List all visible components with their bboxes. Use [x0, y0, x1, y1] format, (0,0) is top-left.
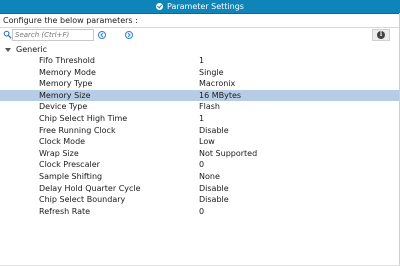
param-value[interactable]: 1	[199, 55, 204, 67]
param-name: Delay Hold Quarter Cycle	[39, 183, 141, 193]
param-value[interactable]: Low	[199, 136, 215, 148]
param-value[interactable]: Macronix	[199, 78, 235, 90]
tab-bar: Parameter Settings	[0, 0, 400, 14]
param-value[interactable]: 16 MBytes	[199, 90, 241, 102]
parameter-list: Fifo Threshold 1 Memory Mode Single Memo…	[0, 55, 400, 217]
group-label: Generic	[16, 45, 48, 54]
param-row-free-running-clock[interactable]: Free Running Clock Disable	[0, 125, 400, 137]
tab-parameter-settings[interactable]: Parameter Settings	[0, 0, 400, 13]
param-value[interactable]: Disable	[199, 194, 229, 206]
param-value[interactable]: Flash	[199, 101, 220, 113]
check-circle-icon	[156, 3, 163, 10]
param-value[interactable]: 1	[199, 113, 204, 125]
group-generic[interactable]: Generic	[3, 44, 47, 55]
param-value[interactable]: Disable	[199, 125, 229, 137]
previous-match-button[interactable]	[98, 31, 106, 39]
param-name: Sample Shifting	[39, 171, 103, 181]
param-name: Free Running Clock	[39, 125, 116, 135]
param-name: Clock Prescaler	[39, 160, 100, 170]
divider	[0, 27, 400, 28]
param-value[interactable]: Disable	[199, 183, 229, 195]
param-row-wrap-size[interactable]: Wrap Size Not Supported	[0, 148, 400, 160]
param-name: Refresh Rate	[39, 206, 91, 216]
param-value[interactable]: None	[199, 171, 220, 183]
search-bar	[3, 29, 94, 41]
param-value[interactable]: Single	[199, 67, 224, 79]
param-row-chip-select-boundary[interactable]: Chip Select Boundary Disable	[0, 194, 400, 206]
caption-text: Configure the below parameters :	[3, 16, 138, 25]
param-row-refresh-rate[interactable]: Refresh Rate 0	[0, 206, 400, 218]
param-row-sample-shifting[interactable]: Sample Shifting None	[0, 171, 400, 183]
param-row-chip-select-high-time[interactable]: Chip Select High Time 1	[0, 113, 400, 125]
param-value[interactable]: 0	[199, 206, 204, 218]
param-row-device-type[interactable]: Device Type Flash	[0, 101, 400, 113]
param-name: Memory Type	[39, 79, 93, 89]
param-value[interactable]: Not Supported	[199, 148, 257, 160]
param-name: Memory Size	[39, 90, 91, 100]
param-name: Fifo Threshold	[39, 56, 95, 65]
arrow-right-icon	[127, 32, 131, 38]
info-icon: i	[377, 31, 385, 39]
param-name: Device Type	[39, 102, 88, 112]
tab-label: Parameter Settings	[167, 2, 244, 11]
param-value[interactable]: 0	[199, 159, 204, 171]
param-name: Chip Select Boundary	[39, 195, 126, 205]
param-name: Memory Mode	[39, 67, 96, 77]
param-row-memory-type[interactable]: Memory Type Macronix	[0, 78, 400, 90]
param-row-delay-hold-quarter-cycle[interactable]: Delay Hold Quarter Cycle Disable	[0, 183, 400, 195]
info-button[interactable]: i	[372, 29, 390, 41]
search-input[interactable]	[12, 29, 94, 41]
param-row-clock-mode[interactable]: Clock Mode Low	[0, 136, 400, 148]
chevron-down-icon[interactable]	[5, 47, 11, 52]
param-row-clock-prescaler[interactable]: Clock Prescaler 0	[0, 159, 400, 171]
param-row-memory-mode[interactable]: Memory Mode Single	[0, 67, 400, 79]
param-name: Wrap Size	[39, 148, 79, 158]
param-row-fifo-threshold[interactable]: Fifo Threshold 1	[0, 55, 400, 67]
param-name: Chip Select High Time	[39, 113, 128, 123]
search-icon	[3, 30, 12, 39]
param-row-memory-size[interactable]: Memory Size 16 MBytes	[0, 89, 400, 102]
next-match-button[interactable]	[125, 31, 133, 39]
arrow-left-icon	[100, 32, 104, 38]
param-name: Clock Mode	[39, 137, 86, 147]
